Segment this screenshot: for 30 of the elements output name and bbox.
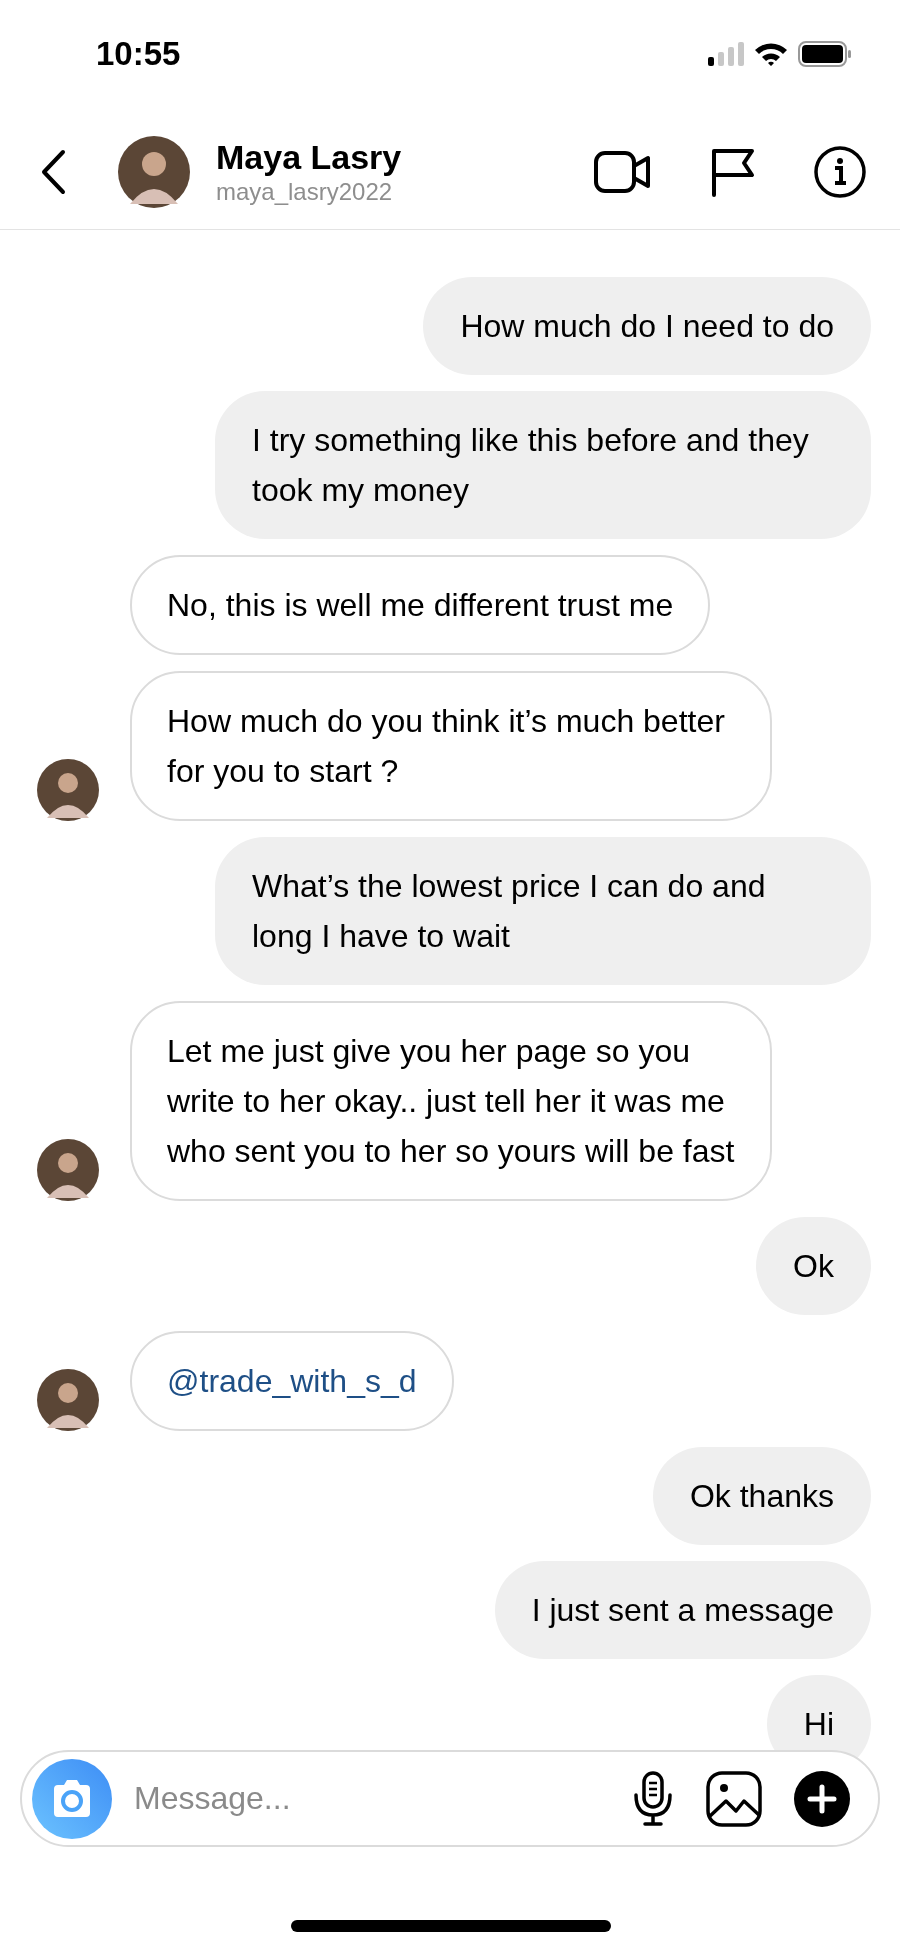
contact-username: maya_lasry2022 [216, 176, 394, 207]
image-icon[interactable] [706, 1770, 762, 1827]
message-bubble: Ok [756, 1217, 871, 1315]
message-bubble: How much do you think it’s much better for you to start ? [130, 671, 772, 821]
message-bubble: What’s the lowest price I can do and long I have to wait [215, 837, 871, 985]
status-time: 10:55 [96, 35, 181, 73]
wifi-icon [754, 41, 788, 67]
message-bubble: How much do I need to do [423, 277, 871, 375]
signal-icon [708, 42, 744, 66]
avatar[interactable] [37, 1139, 99, 1201]
message-field[interactable]: Message... [134, 1780, 600, 1817]
microphone-icon[interactable] [632, 1770, 674, 1827]
video-call-icon[interactable] [594, 148, 652, 195]
camera-button[interactable] [32, 1758, 112, 1839]
avatar[interactable] [37, 1369, 99, 1431]
flag-icon[interactable] [710, 146, 756, 197]
message-bubble: No, this is well me different trust me [130, 555, 711, 655]
contact-name: Maya Lasry [216, 136, 403, 177]
add-button[interactable] [794, 1770, 850, 1827]
back-button[interactable] [40, 148, 66, 195]
username-link[interactable]: @trade_with_s_d [130, 1331, 454, 1431]
message-composer[interactable]: Message... [20, 1750, 880, 1847]
message-bubble: Let me just give you her page so you write to her okay.. just tell her it was me who sent you to her so yours will be fast [130, 1001, 772, 1201]
message-bubble: I try something like this before and they took my money [215, 391, 871, 539]
avatar[interactable] [118, 135, 190, 208]
message-bubble: Ok thanks [652, 1447, 871, 1545]
battery-icon [798, 41, 852, 67]
avatar[interactable] [37, 759, 99, 821]
info-icon[interactable] [814, 145, 866, 198]
message-bubble: I just sent a message [494, 1561, 871, 1659]
